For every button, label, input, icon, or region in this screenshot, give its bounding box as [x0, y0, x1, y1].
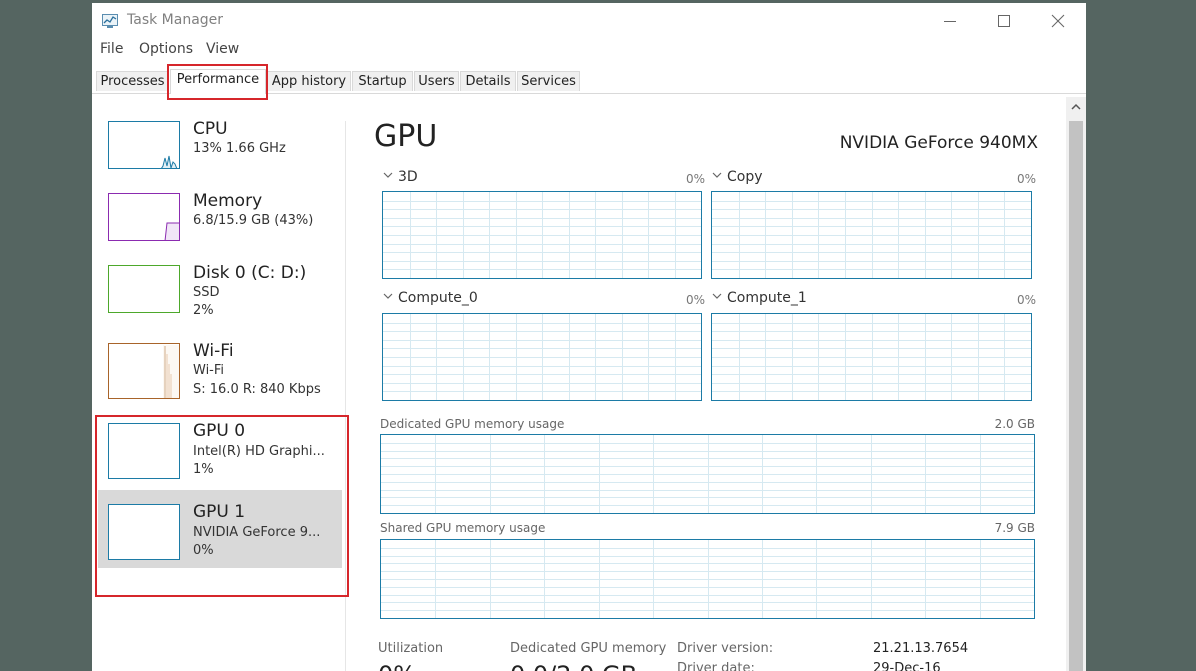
- dedicated-memory-label: Dedicated GPU memory usage: [380, 417, 565, 431]
- dedicated-gpu-memory-value: 0.0/2.0 GB: [510, 661, 637, 671]
- tab-services[interactable]: Services: [517, 71, 580, 91]
- graph-dedicated-memory: [380, 434, 1035, 514]
- sidebar-item-gpu-0[interactable]: GPU 0 Intel(R) HD Graphi... 1%: [98, 418, 342, 496]
- maximize-icon: [998, 15, 1010, 27]
- utilization-label: Utilization: [378, 641, 444, 656]
- chevron-down-icon: [712, 172, 722, 178]
- menu-view[interactable]: View: [206, 41, 239, 57]
- graph-compute-1: [711, 313, 1032, 401]
- window-title: Task Manager: [127, 12, 224, 28]
- task-manager-window: Task Manager File Options View Processes…: [92, 3, 1086, 671]
- close-button[interactable]: [1043, 9, 1073, 33]
- scroll-up-button[interactable]: [1066, 97, 1086, 117]
- cpu-graph-icon: [108, 121, 180, 169]
- chevron-down-icon: [712, 293, 722, 299]
- graph-grid: [381, 540, 1034, 618]
- gpu-graph-icon: [108, 504, 180, 560]
- graph-compute-0: [382, 313, 702, 401]
- title-bar: Task Manager: [92, 3, 1086, 37]
- sidebar-item-title: GPU 1: [193, 502, 246, 522]
- graph-grid: [712, 314, 1031, 400]
- dedicated-gpu-memory-label: Dedicated GPU memory: [510, 641, 667, 656]
- graph-grid: [383, 192, 701, 278]
- scrollbar[interactable]: [1066, 97, 1086, 671]
- minimize-button[interactable]: [935, 9, 965, 33]
- minimize-icon: [944, 21, 956, 22]
- sidebar-item-title: GPU 0: [193, 421, 246, 441]
- tab-performance[interactable]: Performance: [170, 69, 266, 94]
- tab-details[interactable]: Details: [460, 71, 516, 91]
- sidebar-item-title: Memory: [193, 191, 263, 211]
- graph-grid: [381, 435, 1034, 513]
- sidebar-item-title: CPU: [193, 119, 228, 139]
- disk-graph-icon: [108, 265, 180, 313]
- chevron-down-icon: [383, 172, 393, 178]
- sidebar-item-detail-2: 1%: [193, 462, 214, 477]
- gpu-device-name: NVIDIA GeForce 940MX: [839, 133, 1038, 153]
- sidebar-item-detail: Intel(R) HD Graphi...: [193, 444, 325, 459]
- shared-memory-max: 7.9 GB: [994, 521, 1035, 535]
- sidebar-item-gpu-1[interactable]: GPU 1 NVIDIA GeForce 9... 0%: [98, 490, 342, 568]
- menu-options[interactable]: Options: [139, 41, 193, 57]
- driver-version-label: Driver version:: [677, 641, 774, 656]
- shared-memory-label: Shared GPU memory usage: [380, 521, 546, 535]
- tab-bar: Processes Performance App history Startu…: [92, 69, 1086, 94]
- graph-3d: [382, 191, 702, 279]
- driver-date-label: Driver date:: [677, 661, 755, 671]
- sidebar-item-detail: 6.8/15.9 GB (43%): [193, 213, 314, 228]
- sidebar-item-disk[interactable]: Disk 0 (C: D:) SSD 2%: [98, 260, 342, 338]
- sidebar-item-detail: Wi-Fi: [193, 363, 225, 378]
- tab-startup[interactable]: Startup: [352, 71, 413, 91]
- driver-version-value: 21.21.13.7654: [873, 641, 969, 656]
- utilization-value: 0%: [378, 661, 416, 671]
- graph-shared-memory: [380, 539, 1035, 619]
- sidebar-item-title: Disk 0 (C: D:): [193, 263, 307, 283]
- engine-value: 0%: [1017, 293, 1037, 307]
- engine-selector-copy[interactable]: Copy: [711, 169, 763, 185]
- engine-selector-3d[interactable]: 3D: [382, 169, 418, 185]
- menu-file[interactable]: File: [100, 41, 123, 57]
- task-manager-icon: [102, 13, 118, 28]
- sidebar-item-wifi[interactable]: Wi-Fi Wi-Fi S: 16.0 R: 840 Kbps: [98, 338, 342, 416]
- engine-value: 0%: [686, 293, 706, 307]
- sidebar-item-cpu[interactable]: CPU 13% 1.66 GHz: [98, 116, 342, 194]
- sidebar-item-detail: SSD: [193, 285, 220, 300]
- dedicated-memory-max: 2.0 GB: [994, 417, 1035, 431]
- graph-grid: [712, 192, 1031, 278]
- memory-graph-icon: [108, 193, 180, 241]
- sidebar-item-detail: 13% 1.66 GHz: [193, 141, 286, 156]
- engine-name: Compute_0: [398, 290, 478, 306]
- graph-copy: [711, 191, 1032, 279]
- engine-name: Copy: [727, 169, 763, 185]
- gpu-graph-icon: [108, 423, 180, 479]
- sidebar-divider: [345, 121, 346, 671]
- maximize-button[interactable]: [989, 9, 1019, 33]
- tab-app-history[interactable]: App history: [267, 71, 351, 91]
- sidebar-item-detail-2: 0%: [193, 543, 214, 558]
- sidebar-item-detail-2: 2%: [193, 303, 214, 318]
- chevron-down-icon: [383, 293, 393, 299]
- sidebar-item-detail-2: S: 16.0 R: 840 Kbps: [193, 382, 321, 397]
- engine-selector-compute-1[interactable]: Compute_1: [711, 290, 807, 306]
- engine-name: 3D: [398, 169, 418, 185]
- tab-processes[interactable]: Processes: [96, 71, 169, 91]
- tab-users[interactable]: Users: [414, 71, 459, 91]
- wifi-graph-icon: [108, 343, 180, 399]
- page-title: GPU: [374, 119, 438, 154]
- engine-name: Compute_1: [727, 290, 807, 306]
- scroll-thumb[interactable]: [1069, 121, 1083, 671]
- driver-date-value: 29-Dec-16: [873, 661, 941, 671]
- engine-selector-compute-0[interactable]: Compute_0: [382, 290, 478, 306]
- sidebar-item-title: Wi-Fi: [193, 341, 234, 361]
- chevron-up-icon: [1071, 103, 1081, 110]
- sidebar-item-detail: NVIDIA GeForce 9...: [193, 525, 321, 540]
- engine-value: 0%: [686, 172, 706, 186]
- engine-value: 0%: [1017, 172, 1037, 186]
- graph-grid: [383, 314, 701, 400]
- sidebar-item-memory[interactable]: Memory 6.8/15.9 GB (43%): [98, 188, 342, 266]
- close-icon: [1051, 14, 1065, 28]
